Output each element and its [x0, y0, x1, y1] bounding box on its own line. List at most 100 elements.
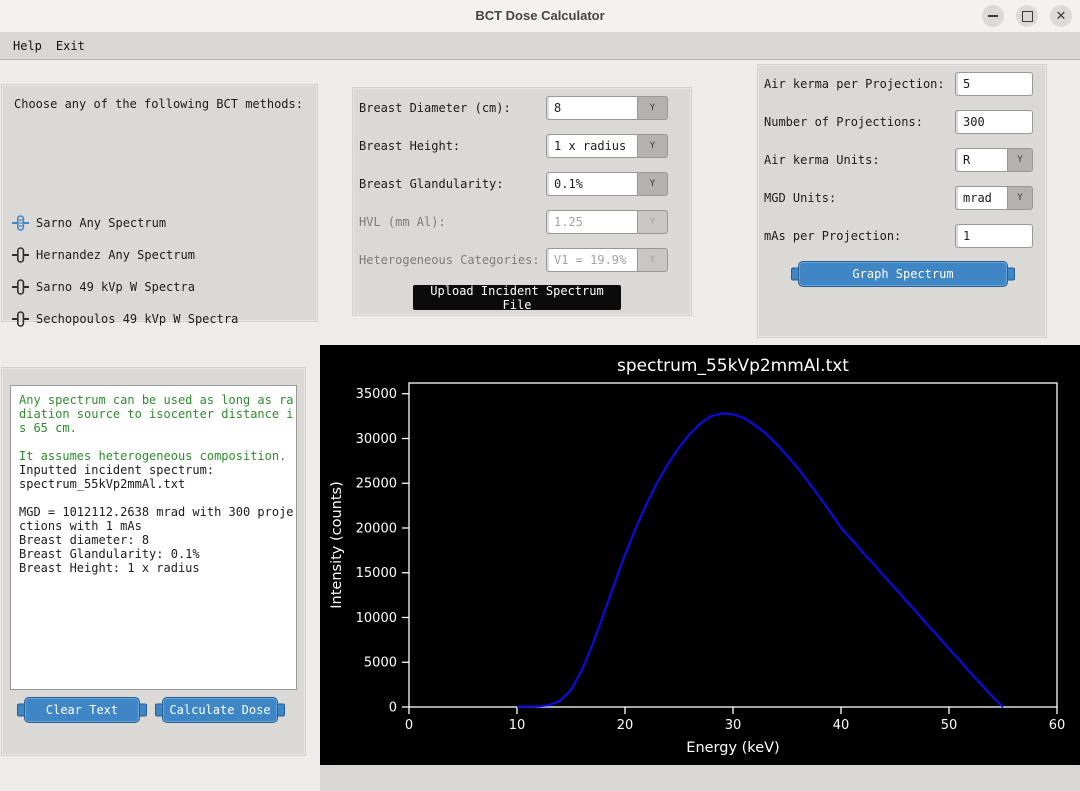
air-kerma-per-projection-label: Air kerma per Projection:	[764, 77, 945, 91]
output-line: Breast diameter: 8	[19, 533, 292, 547]
combobox-value[interactable]: 8	[546, 96, 637, 120]
svg-text:30000: 30000	[356, 432, 397, 447]
method-sechopoulos-49kvp-w-spectra[interactable]: Sechopoulos 49 kVp W Spectra	[12, 310, 238, 328]
close-button[interactable]: ✕	[1050, 5, 1072, 27]
svg-text:20: 20	[617, 718, 634, 733]
svg-text:Energy (keV): Energy (keV)	[686, 740, 779, 756]
svg-text:5000: 5000	[364, 656, 397, 671]
svg-text:0: 0	[405, 718, 413, 733]
radio-icon	[12, 279, 29, 295]
radio-icon	[12, 311, 29, 327]
output-line: diation source to isocenter distance i	[19, 407, 292, 421]
heterogeneous-categories-label: Heterogeneous Categories:	[359, 253, 540, 267]
mas-per-projection-label: mAs per Projection:	[764, 229, 901, 243]
heterogeneous-categories-combobox: V1 = 19.9% Y	[546, 248, 668, 272]
hvl-label: HVL (mm Al):	[359, 215, 446, 229]
chevron-down-icon[interactable]: Y	[637, 134, 668, 158]
params-panel: Breast Diameter (cm): 8 Y Breast Height:…	[353, 88, 691, 315]
svg-text:25000: 25000	[356, 477, 397, 492]
titlebar: BCT Dose Calculator ✕	[0, 0, 1080, 32]
combobox-value: 1.25	[546, 210, 637, 234]
hvl-combobox: 1.25 Y	[546, 210, 668, 234]
mgd-units-label: MGD Units:	[764, 191, 836, 205]
svg-text:60: 60	[1049, 718, 1066, 733]
number-of-projections-input[interactable]	[955, 110, 1033, 134]
breast-glandularity-label: Breast Glandularity:	[359, 177, 504, 191]
method-sarno-any-spectrum[interactable]: Sarno Any Spectrum	[12, 214, 166, 232]
output-line: ctions with 1 mAs	[19, 519, 292, 533]
svg-text:spectrum_55kVp2mmAl.txt: spectrum_55kVp2mmAl.txt	[617, 356, 849, 376]
chevron-down-icon[interactable]: Y	[1007, 186, 1033, 210]
radio-icon	[12, 247, 29, 263]
mgd-units-combobox[interactable]: mrad Y	[955, 186, 1033, 210]
breast-diameter-label: Breast Diameter (cm):	[359, 101, 511, 115]
mas-per-projection-input[interactable]	[955, 224, 1033, 248]
breast-diameter-combobox[interactable]: 8 Y	[546, 96, 668, 120]
air-kerma-units-label: Air kerma Units:	[764, 153, 880, 167]
close-icon: ✕	[1056, 10, 1067, 23]
svg-text:20000: 20000	[356, 521, 397, 536]
svg-text:10: 10	[509, 718, 526, 733]
svg-text:10000: 10000	[356, 611, 397, 626]
combobox-value[interactable]: 0.1%	[546, 172, 637, 196]
menubar: Help Exit	[0, 32, 1080, 60]
chevron-down-icon[interactable]: Y	[637, 96, 668, 120]
window-title: BCT Dose Calculator	[0, 8, 1080, 23]
window-controls: ✕	[982, 5, 1072, 27]
chevron-down-icon: Y	[637, 210, 668, 234]
menu-help[interactable]: Help	[6, 37, 49, 55]
breast-height-label: Breast Height:	[359, 139, 460, 153]
output-line	[19, 491, 292, 505]
minimize-icon	[988, 15, 998, 17]
output-line: MGD = 1012112.2638 mrad with 300 proje	[19, 505, 292, 519]
combobox-value[interactable]: R	[955, 148, 1007, 172]
output-panel: Any spectrum can be used as long as radi…	[2, 368, 305, 755]
exposure-panel: Air kerma per Projection: Number of Proj…	[758, 65, 1046, 337]
method-label: Hernandez Any Spectrum	[36, 248, 195, 262]
output-line: It assumes heterogeneous composition.	[19, 449, 292, 463]
maximize-icon	[1022, 11, 1033, 22]
output-line: Any spectrum can be used as long as ra	[19, 393, 292, 407]
clear-text-button[interactable]: Clear Text	[24, 697, 140, 723]
chevron-down-icon: Y	[637, 248, 668, 272]
method-sarno-49kvp-w-spectra[interactable]: Sarno 49 kVp W Spectra	[12, 278, 195, 296]
menu-exit[interactable]: Exit	[49, 37, 92, 55]
methods-panel: Choose any of the following BCT methods:…	[2, 85, 317, 321]
method-label: Sarno 49 kVp W Spectra	[36, 280, 195, 294]
calculate-dose-button[interactable]: Calculate Dose	[162, 697, 278, 723]
combobox-value[interactable]: 1 x radius	[546, 134, 637, 158]
output-textbox[interactable]: Any spectrum can be used as long as radi…	[10, 385, 297, 690]
graph-spectrum-button[interactable]: Graph Spectrum	[798, 261, 1008, 287]
number-of-projections-label: Number of Projections:	[764, 115, 923, 129]
output-line: Inputted incident spectrum:	[19, 463, 292, 477]
output-line: spectrum_55kVp2mmAl.txt	[19, 477, 292, 491]
svg-text:0: 0	[389, 701, 397, 716]
svg-text:35000: 35000	[356, 387, 397, 402]
spectrum-chart: 0 5000 10000 15000 20000 25000 30000 35000 0 10 20…	[320, 345, 1080, 765]
air-kerma-per-projection-input[interactable]	[955, 72, 1033, 96]
svg-text:15000: 15000	[356, 566, 397, 581]
svg-text:Intensity (counts): Intensity (counts)	[329, 481, 345, 609]
breast-height-combobox[interactable]: 1 x radius Y	[546, 134, 668, 158]
upload-incident-spectrum-button[interactable]: Upload Incident Spectrum File	[413, 285, 621, 310]
breast-glandularity-combobox[interactable]: 0.1% Y	[546, 172, 668, 196]
method-label: Sarno Any Spectrum	[36, 216, 166, 230]
maximize-button[interactable]	[1016, 5, 1038, 27]
chevron-down-icon[interactable]: Y	[637, 172, 668, 196]
output-line	[19, 435, 292, 449]
bct-dose-calculator-window: BCT Dose Calculator ✕ Help Exit Choose a…	[0, 0, 1080, 791]
chevron-down-icon[interactable]: Y	[1007, 148, 1033, 172]
method-label: Sechopoulos 49 kVp W Spectra	[36, 312, 238, 326]
output-line: Breast Height: 1 x radius	[19, 561, 292, 575]
air-kerma-units-combobox[interactable]: R Y	[955, 148, 1033, 172]
combobox-value[interactable]: mrad	[955, 186, 1007, 210]
output-line: s 65 cm.	[19, 421, 292, 435]
method-hernandez-any-spectrum[interactable]: Hernandez Any Spectrum	[12, 246, 195, 264]
svg-text:40: 40	[833, 718, 850, 733]
output-line: Breast Glandularity: 0.1%	[19, 547, 292, 561]
minimize-button[interactable]	[982, 5, 1004, 27]
methods-heading: Choose any of the following BCT methods:	[14, 97, 303, 111]
spectrum-chart-svg: 0 5000 10000 15000 20000 25000 30000 35000 0 10 20…	[320, 345, 1080, 765]
radio-icon	[12, 215, 29, 231]
chart-bottom-strip	[320, 765, 1080, 791]
